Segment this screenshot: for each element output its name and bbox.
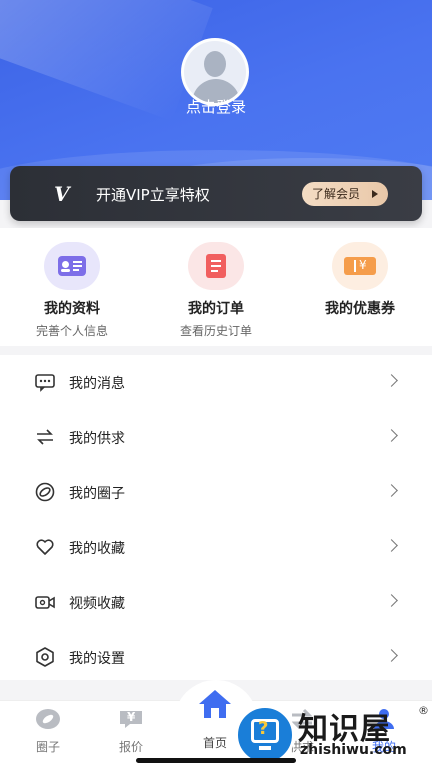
compass-icon bbox=[36, 709, 60, 729]
vip-banner[interactable]: V 开通VIP立享特权 了解会员 bbox=[10, 166, 422, 221]
chevron-right-icon bbox=[385, 539, 398, 552]
coupon-yen-symbol: ¥ bbox=[359, 258, 367, 272]
heart-icon bbox=[36, 539, 54, 555]
avatar-head-icon bbox=[204, 51, 226, 77]
price-yen-symbol: ¥ bbox=[127, 710, 136, 724]
chevron-right-icon bbox=[385, 594, 398, 607]
quick-orders-title: 我的订单 bbox=[188, 301, 244, 317]
quick-profile[interactable]: 我的资料 完善个人信息 bbox=[12, 242, 132, 339]
watermark-registered: ® bbox=[418, 704, 429, 717]
quick-profile-title: 我的资料 bbox=[44, 301, 100, 317]
quick-coupons[interactable]: ¥ 我的优惠券 bbox=[300, 242, 420, 318]
menu-item-supply[interactable]: 我的供求 bbox=[0, 410, 432, 465]
menu-label: 我的消息 bbox=[69, 376, 125, 392]
quick-orders-subtitle: 查看历史订单 bbox=[179, 324, 252, 338]
menu-item-favorites[interactable]: 我的收藏 bbox=[0, 520, 432, 575]
menu-label: 我的供求 bbox=[69, 431, 125, 447]
profile-card-icon bbox=[44, 242, 100, 290]
menu-label: 我的圈子 bbox=[69, 486, 125, 502]
menu-item-circles[interactable]: 我的圈子 bbox=[0, 465, 432, 520]
message-icon bbox=[35, 374, 55, 392]
chevron-right-icon bbox=[385, 649, 398, 662]
menu-item-messages[interactable]: 我的消息 bbox=[0, 355, 432, 410]
vip-text: 开通VIP立享特权 bbox=[96, 186, 210, 204]
tab-label: 报价 bbox=[118, 740, 143, 754]
menu-label: 我的收藏 bbox=[69, 541, 125, 557]
chevron-right-icon bbox=[385, 484, 398, 497]
learn-membership-label: 了解会员 bbox=[312, 187, 361, 201]
exchange-icon bbox=[37, 429, 53, 445]
menu-list: 我的消息 我的供求 我的圈子 我的收藏 视频收藏 我的设置 bbox=[0, 355, 432, 680]
watermark-question-mark: ? bbox=[258, 718, 269, 739]
learn-membership-button[interactable]: 了解会员 bbox=[302, 182, 388, 206]
watermark-logo-icon: ? bbox=[235, 705, 295, 765]
watermark-url: zhishiwu.com bbox=[300, 742, 407, 758]
quick-orders[interactable]: 我的订单 查看历史订单 bbox=[156, 242, 276, 339]
menu-item-settings[interactable]: 我的设置 bbox=[0, 630, 432, 685]
login-link[interactable]: 点击登录 bbox=[0, 96, 432, 117]
settings-icon bbox=[36, 647, 54, 667]
video-icon bbox=[35, 596, 55, 609]
menu-item-video-favorites[interactable]: 视频收藏 bbox=[0, 575, 432, 630]
tab-quotes[interactable]: ¥ 报价 bbox=[101, 708, 161, 755]
quick-profile-subtitle: 完善个人信息 bbox=[35, 324, 108, 338]
tab-circles[interactable]: 圈子 bbox=[18, 708, 78, 755]
tab-label: 圈子 bbox=[35, 740, 60, 754]
home-indicator bbox=[136, 758, 296, 763]
chevron-right-icon bbox=[385, 429, 398, 442]
home-icon[interactable] bbox=[197, 688, 233, 720]
order-doc-icon bbox=[188, 242, 244, 290]
play-arrow-icon bbox=[372, 190, 378, 198]
quick-coupons-title: 我的优惠券 bbox=[325, 301, 395, 317]
compass-icon bbox=[35, 482, 55, 502]
chevron-right-icon bbox=[385, 374, 398, 387]
menu-label: 我的设置 bbox=[69, 651, 125, 667]
coupon-icon: ¥ bbox=[332, 242, 388, 290]
vip-logo-icon: V bbox=[54, 182, 70, 206]
menu-label: 视频收藏 bbox=[69, 596, 125, 612]
quick-actions: 我的资料 完善个人信息 我的订单 查看历史订单 ¥ 我的优惠券 bbox=[0, 228, 432, 346]
